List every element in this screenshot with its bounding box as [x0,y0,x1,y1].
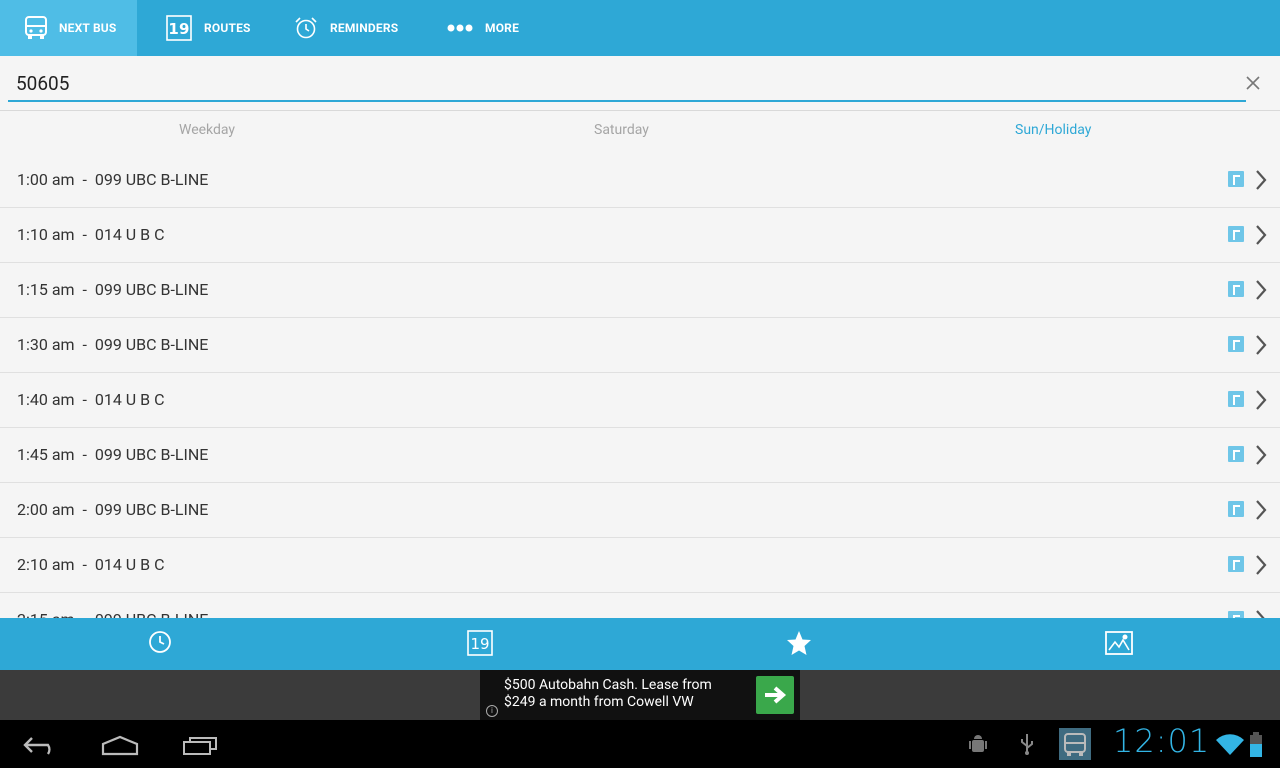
map-icon[interactable] [1228,226,1244,242]
route-19-icon: 19 [166,15,192,41]
map-icon[interactable] [1228,336,1244,352]
ad-line-1: $500 Autobahn Cash. Lease from [504,677,712,693]
ad-arrow-button[interactable] [756,676,794,714]
arrow-right-icon [765,686,787,704]
departure-text: 1:40 am - 014 U B C [17,390,165,409]
ad-banner[interactable]: $500 Autobahn Cash. Lease from $249 a mo… [480,670,800,720]
tab-next-bus[interactable]: NEXT BUS [0,0,137,56]
map-icon[interactable] [1228,391,1244,407]
system-nav-bar [0,720,1280,768]
chevron-right-icon [1254,498,1268,526]
tab-routes-label: ROUTES [204,21,251,35]
chevron-right-icon [1254,443,1268,471]
list-item[interactable]: 1:40 am - 014 U B C [0,372,1280,428]
tab-weekday[interactable]: Weekday [179,122,235,138]
bus-icon [25,16,47,40]
list-item[interactable]: 2:10 am - 014 U B C [0,537,1280,593]
route-19-icon[interactable]: 19 [467,630,493,660]
map-icon[interactable] [1105,630,1133,660]
tab-saturday[interactable]: Saturday [594,122,649,138]
map-icon[interactable] [1228,501,1244,517]
list-item[interactable]: 2:15 am - 099 UBC B-LINE [0,592,1280,618]
home-icon[interactable] [100,734,140,760]
alarm-clock-icon [294,16,318,40]
battery-icon [1249,732,1263,762]
chevron-right-icon [1254,333,1268,361]
departure-text: 1:10 am - 014 U B C [17,225,165,244]
chevron-right-icon [1254,388,1268,416]
tab-more[interactable]: MORE [447,0,519,56]
chevron-right-icon [1254,168,1268,196]
clock-icon[interactable] [148,630,172,658]
list-item[interactable]: 1:00 am - 099 UBC B-LINE [0,152,1280,208]
map-icon[interactable] [1228,171,1244,187]
departure-text: 1:45 am - 099 UBC B-LINE [17,445,209,464]
tab-reminders[interactable]: REMINDERS [294,0,398,56]
bottom-route-icon-text: 19 [470,635,489,653]
chevron-right-icon [1254,278,1268,306]
list-item[interactable]: 1:45 am - 099 UBC B-LINE [0,427,1280,483]
clear-icon[interactable] [1242,72,1264,94]
ad-line-2: $249 a month from Cowell VW [504,694,694,710]
departure-text: 1:30 am - 099 UBC B-LINE [17,335,209,354]
bottom-nav-bar: 19 [0,618,1280,670]
map-icon[interactable] [1228,611,1244,618]
ad-text: $500 Autobahn Cash. Lease from $249 a mo… [504,677,729,711]
list-item[interactable]: 1:10 am - 014 U B C [0,207,1280,263]
list-item[interactable]: 1:30 am - 099 UBC B-LINE [0,317,1280,373]
map-icon[interactable] [1228,281,1244,297]
stop-search-bar [0,56,1280,111]
schedule-list[interactable]: 1:00 am - 099 UBC B-LINE 1:10 am - 014 U… [0,152,1280,618]
map-icon[interactable] [1228,556,1244,572]
ad-banner-area: $500 Autobahn Cash. Lease from $249 a mo… [0,670,1280,720]
tab-sun-holiday[interactable]: Sun/Holiday [1015,122,1091,138]
tab-reminders-label: REMINDERS [330,21,399,35]
map-icon[interactable] [1228,446,1244,462]
departure-text: 2:10 am - 014 U B C [17,555,165,574]
star-icon[interactable] [786,630,812,660]
system-clock: 12:01 [1113,722,1211,760]
ad-info-icon[interactable]: i [486,705,498,717]
android-debug-icon [968,734,988,760]
departure-text: 2:15 am - 099 UBC B-LINE [17,610,208,618]
list-item[interactable]: 2:00 am - 099 UBC B-LINE [0,482,1280,538]
tab-more-label: MORE [485,21,520,35]
wifi-icon [1216,734,1244,760]
chevron-right-icon [1254,608,1268,618]
departure-text: 1:00 am - 099 UBC B-LINE [17,170,209,189]
departure-text: 2:00 am - 099 UBC B-LINE [17,500,209,519]
back-icon[interactable] [22,734,60,760]
more-dots-icon [447,24,473,32]
departure-text: 1:15 am - 099 UBC B-LINE [17,280,209,299]
chevron-right-icon [1254,553,1268,581]
tab-routes[interactable]: 19 ROUTES [166,0,251,56]
top-tab-bar: NEXT BUS 19 ROUTES REMINDERS MORE [0,0,1280,56]
usb-icon [1018,732,1036,760]
tab-next-bus-label: NEXT BUS [59,21,117,35]
day-type-tabs: Weekday Saturday Sun/Holiday [0,110,1280,152]
bus-app-notification-icon [1059,728,1091,760]
route-19-icon-text: 19 [168,20,189,38]
chevron-right-icon [1254,223,1268,251]
list-item[interactable]: 1:15 am - 099 UBC B-LINE [0,262,1280,318]
recent-apps-icon[interactable] [182,734,220,760]
stop-number-input[interactable] [8,66,1246,102]
